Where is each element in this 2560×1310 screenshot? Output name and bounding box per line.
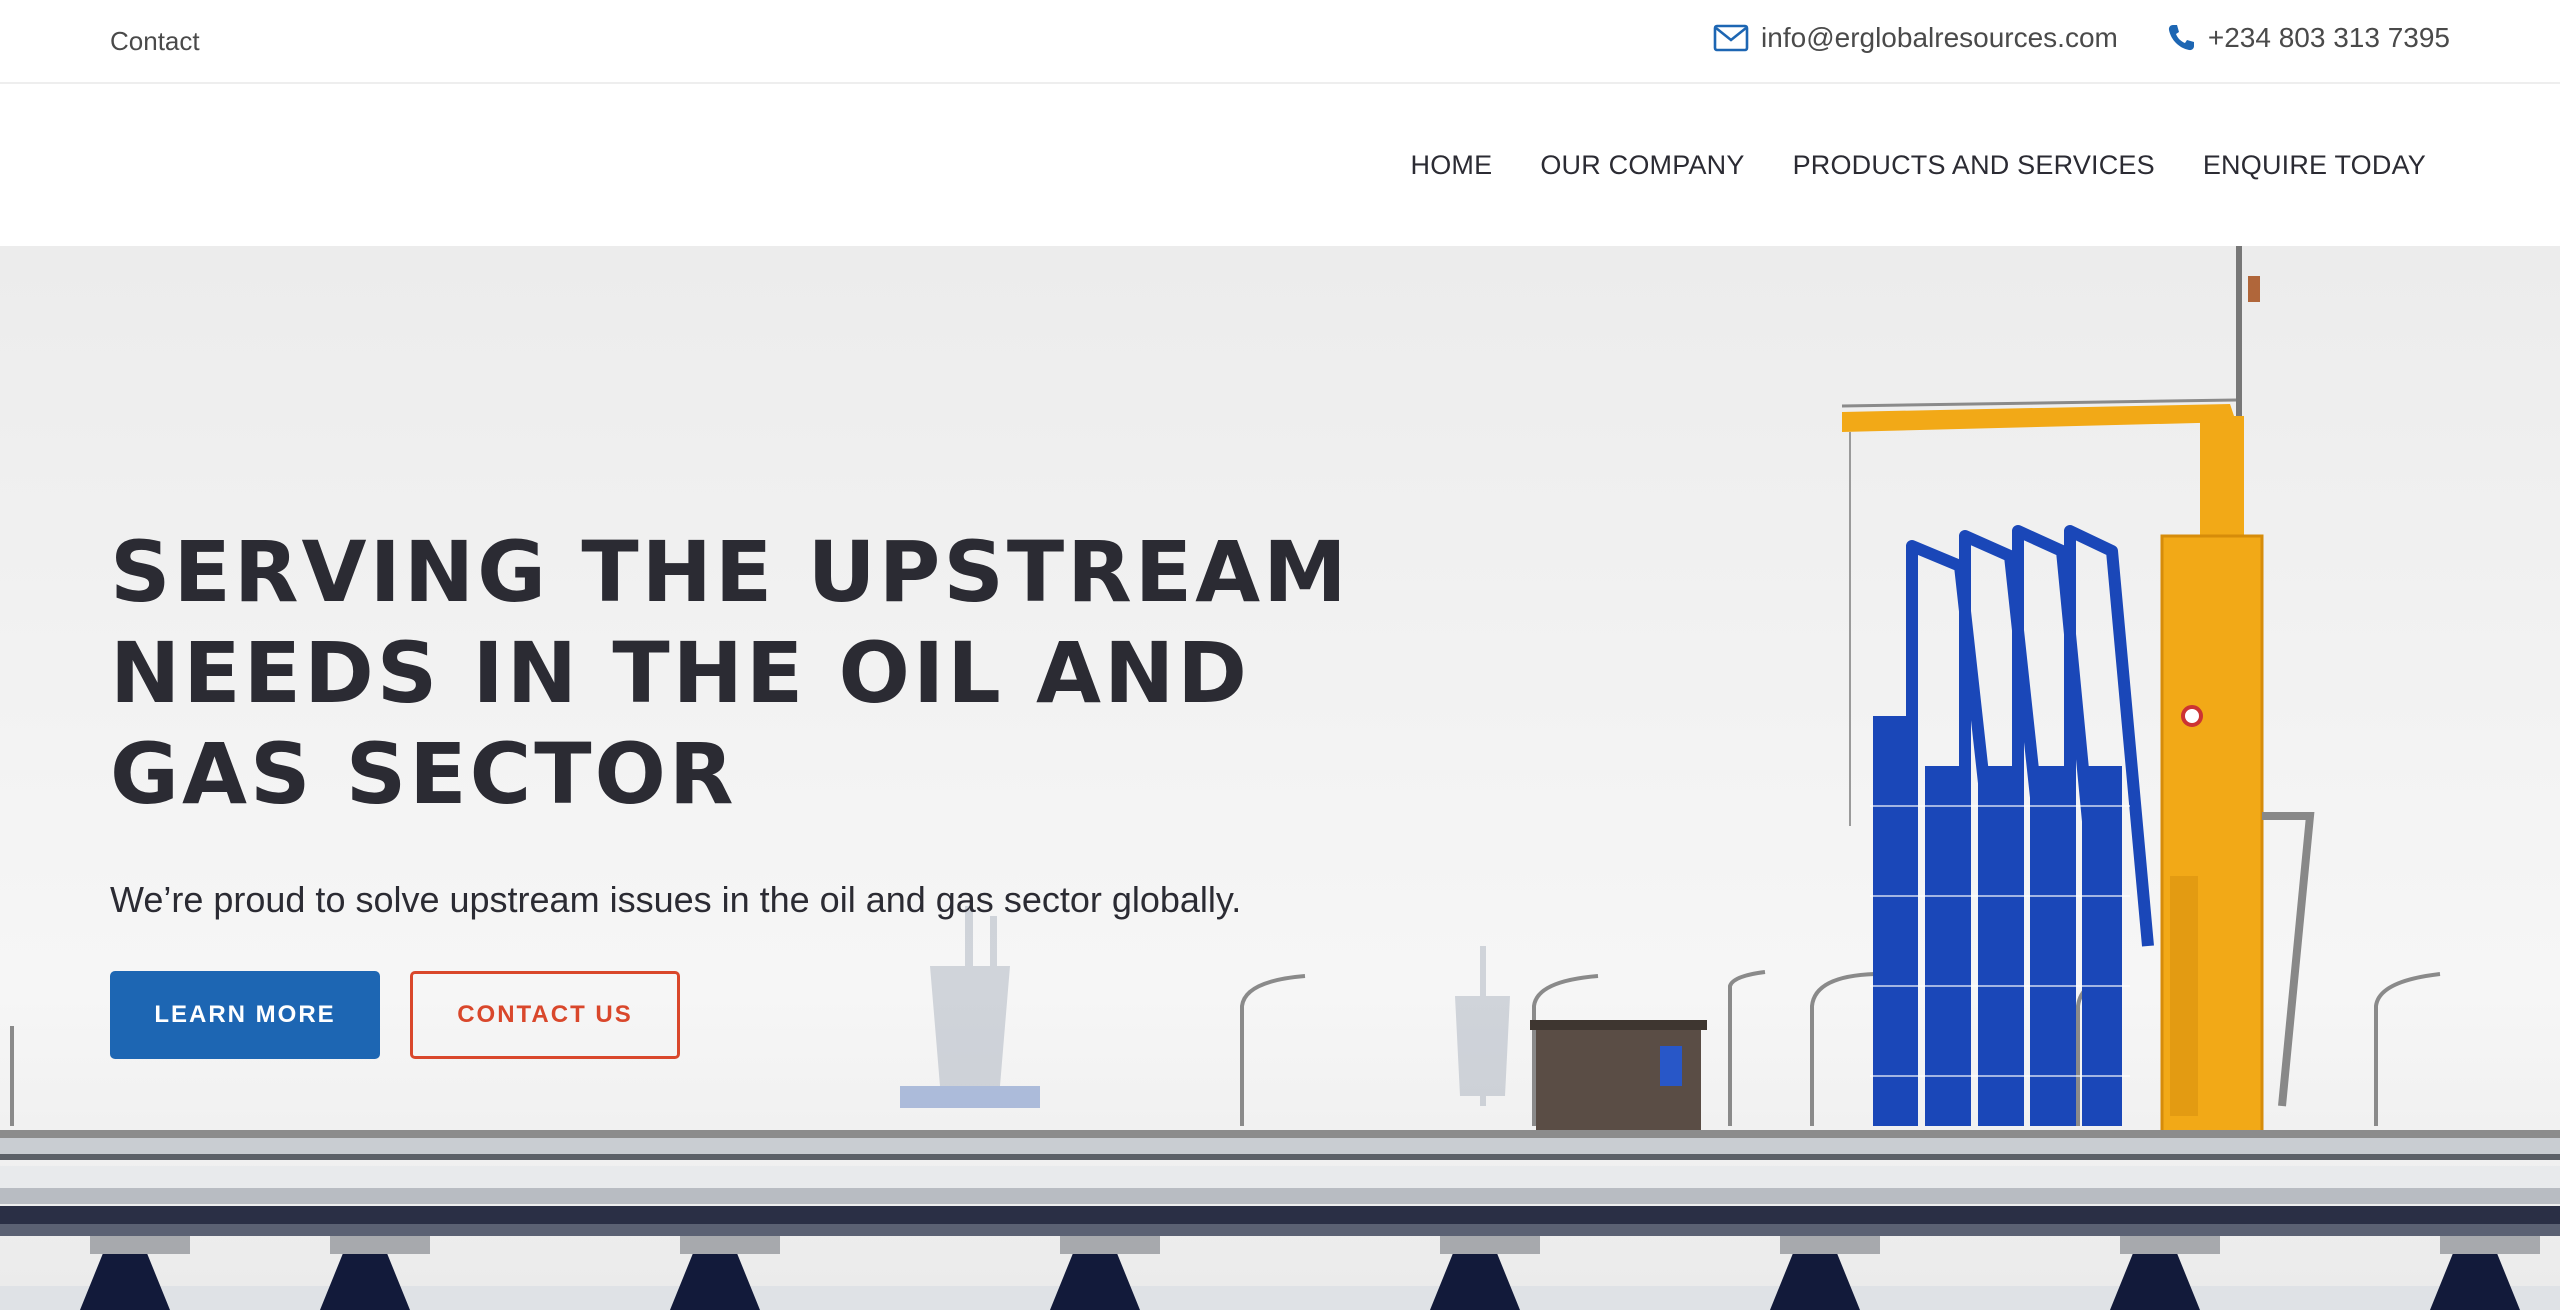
hero-section: SERVING THE UPSTREAM NEEDS IN THE OIL AN… <box>0 246 2560 1310</box>
phone-icon <box>2166 23 2196 53</box>
contact-us-button[interactable]: CONTACT US <box>410 971 680 1059</box>
nav-products-and-services[interactable]: PRODUCTS AND SERVICES <box>1793 150 2155 181</box>
hero-buttons: LEARN MORE CONTACT US <box>110 971 1350 1059</box>
site-header: HOME OUR COMPANY PRODUCTS AND SERVICES E… <box>0 86 2560 246</box>
nav-enquire-today[interactable]: ENQUIRE TODAY <box>2203 150 2426 181</box>
top-bar: Contact info@erglobalresources.com +234 … <box>0 0 2560 84</box>
nav-home[interactable]: HOME <box>1411 150 1493 181</box>
topbar-contact-info: info@erglobalresources.com +234 803 313 … <box>1713 22 2450 54</box>
nav-our-company[interactable]: OUR COMPANY <box>1540 150 1744 181</box>
email-text: info@erglobalresources.com <box>1761 22 2118 53</box>
phone-text: +234 803 313 7395 <box>2207 22 2450 53</box>
hero-subtitle: We’re proud to solve upstream issues in … <box>110 879 1242 920</box>
main-nav: HOME OUR COMPANY PRODUCTS AND SERVICES E… <box>1411 150 2426 181</box>
learn-more-button[interactable]: LEARN MORE <box>110 971 380 1059</box>
hero-content: SERVING THE UPSTREAM NEEDS IN THE OIL AN… <box>110 522 1350 1059</box>
phone-item[interactable]: +234 803 313 7395 <box>2166 22 2450 54</box>
email-item[interactable]: info@erglobalresources.com <box>1713 22 2118 54</box>
hero-title: SERVING THE UPSTREAM NEEDS IN THE OIL AN… <box>110 523 1350 823</box>
envelope-icon <box>1713 24 1749 52</box>
contact-link[interactable]: Contact <box>110 26 200 57</box>
